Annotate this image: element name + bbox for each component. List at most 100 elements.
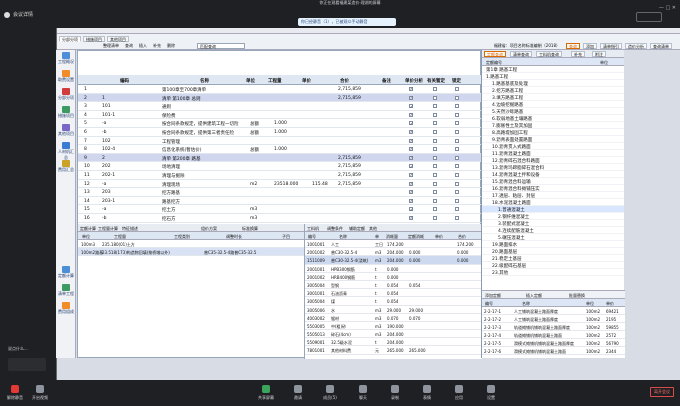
lock-checkbox[interactable] [455, 164, 459, 169]
material-row[interactable]: 5505013 碎石(4cm) m3 204.000 [305, 330, 482, 339]
bottom-left-row[interactable]: 100m3 235.180(01)土方 [78, 240, 304, 248]
material-row[interactable]: 2001002 普C30-32.5-4 m3 204.000 0.000 0.0… [305, 248, 482, 257]
chip-add[interactable]: 添加 [583, 43, 597, 49]
tab-fbfx[interactable]: 分部分项 [59, 36, 81, 42]
record-button[interactable]: 录制 [383, 385, 407, 401]
analysis-checkbox[interactable] [409, 198, 413, 203]
share-button[interactable]: 共享屏幕 [254, 385, 278, 401]
analysis-checkbox[interactable] [409, 112, 413, 117]
tree-item[interactable]: 5.碾压混凝土 [482, 234, 624, 241]
sidebar-item-fbfx[interactable]: 分部分项 [58, 88, 74, 104]
leave-meeting-button[interactable]: 离开会议 [650, 387, 674, 397]
tree-item[interactable]: 10.沥青贯入式路面 [482, 143, 624, 150]
lock-checkbox[interactable] [455, 172, 459, 177]
provisional-checkbox[interactable] [433, 147, 437, 152]
chat-input-mini[interactable] [8, 358, 46, 371]
analysis-checkbox[interactable] [409, 181, 413, 186]
unmute-button[interactable]: 解除静音 [3, 385, 27, 401]
provisional-checkbox[interactable] [433, 104, 437, 109]
provisional-checkbox[interactable] [433, 155, 437, 160]
provisional-checkbox[interactable] [433, 215, 437, 220]
lock-checkbox[interactable] [455, 138, 459, 143]
quota-row[interactable]: 2-2-17-1 人工铺筑混凝土路面厚度 100m2 69421 [482, 307, 625, 315]
tree-item[interactable]: 1.路基基底及处理 [482, 80, 624, 87]
toolbar-arrange[interactable]: 整理清单 [103, 43, 119, 49]
lock-checkbox[interactable] [455, 87, 459, 91]
provisional-checkbox[interactable] [433, 181, 437, 186]
tab-material-query[interactable]: 工料机查询 [536, 51, 562, 57]
analysis-checkbox[interactable] [409, 155, 413, 160]
sidebar-item-summary[interactable]: 费用汇总 [58, 160, 74, 176]
provisional-checkbox[interactable] [433, 190, 437, 195]
table-row[interactable]: 8 102-4 信息化系统(暂估价) 总额 1.000 [78, 145, 482, 154]
toolbar-supplement[interactable]: 补充 [153, 43, 161, 49]
table-row[interactable]: 5 -a 按合同条款规定，提供建筑工程一切险 总额 1.000 [78, 119, 482, 128]
material-row[interactable]: 3005004 煤 t 0.054 [305, 297, 482, 306]
tree-item[interactable]: 14.沥青混凝土拌和设备 [482, 171, 624, 178]
analysis-checkbox[interactable] [409, 86, 413, 91]
comment-input-hint[interactable]: 说点什么... [8, 346, 28, 352]
analysis-checkbox[interactable] [409, 103, 413, 108]
chip-cost[interactable]: 造价分析 [625, 43, 647, 49]
tree-item[interactable]: 23.其他 [482, 269, 624, 276]
emoji-button[interactable]: 表情 [415, 385, 439, 401]
material-row[interactable]: 3005004 型钢 t 0.054 0.054 [305, 281, 482, 290]
lock-checkbox[interactable] [455, 104, 459, 109]
table-row[interactable]: 15 -a 挖土方 m3 [78, 205, 482, 214]
material-row[interactable]: 3005006 水 m3 29.000 29.000 [305, 306, 482, 314]
toolbar-insert[interactable]: 插入 [139, 43, 147, 49]
analysis-checkbox[interactable] [409, 129, 413, 134]
meeting-details[interactable]: 会议详情 [4, 11, 33, 18]
provisional-checkbox[interactable] [433, 129, 437, 134]
tab-qtxm[interactable]: 其他项目 [107, 36, 129, 42]
lock-checkbox[interactable] [455, 112, 459, 117]
analysis-checkbox[interactable] [409, 146, 413, 151]
material-row[interactable]: 3001001 石油沥青 t 0.054 [305, 289, 482, 298]
sidebar-item-material[interactable]: 人材机汇总 [58, 142, 74, 160]
table-row[interactable]: 14 203-1 路基挖方 [78, 197, 482, 206]
quota-row[interactable]: 2-2-17-5 滑模式摊铺机铺筑混凝土路面厚度 100m2 56790 [482, 339, 625, 347]
search-input[interactable]: 匹配查询 [197, 43, 245, 49]
quota-row[interactable]: 2-2-17-6 滑模式摊铺机铺筑混凝土路面 100m2 2344 [482, 347, 625, 355]
sidebar-item-measures[interactable]: 措施项目 [58, 106, 74, 122]
lock-checkbox[interactable] [455, 190, 459, 195]
tree-item[interactable]: 3.装配式混凝土 [482, 220, 624, 227]
quota-row[interactable]: 2-2-17-2 人工铺筑混凝土路面厚度 100m2 2195 [482, 315, 625, 323]
analysis-checkbox[interactable] [409, 207, 413, 212]
quota-row[interactable]: 2-2-17-4 轨道摊铺机铺筑混凝土路面 100m2 2572 [482, 331, 625, 339]
tree-item[interactable]: 15.沥青混合料运输 [482, 178, 624, 185]
tree-item[interactable]: 4.边坡挖掘路基 [482, 101, 624, 108]
tree-item[interactable]: 2.钢纤维混凝土 [482, 213, 624, 220]
provisional-checkbox[interactable] [433, 112, 437, 117]
analysis-checkbox[interactable] [409, 164, 413, 169]
view-toggle[interactable] [636, 12, 662, 22]
table-row[interactable]: 11 202-1 清理与掘除 2,715,859 [78, 171, 482, 180]
provisional-checkbox[interactable] [433, 87, 437, 91]
analysis-checkbox[interactable] [409, 189, 413, 194]
analysis-checkbox[interactable] [409, 95, 413, 100]
lock-checkbox[interactable] [455, 147, 459, 152]
material-row[interactable]: 1511009 普C30-32.5-4(浇筑) m3 204.000 0.000… [305, 256, 482, 265]
material-row[interactable]: 5509001 32.5级水泥 t 204.000 [305, 338, 482, 347]
table-row[interactable]: 13 203 挖方路基 [78, 188, 482, 197]
tree-item[interactable]: 1.路基工程 [482, 73, 624, 80]
tree-item[interactable]: 20.路面基层 [482, 248, 624, 255]
table-row[interactable]: 7 102 工程管理 [78, 137, 482, 146]
sidebar-item-other[interactable]: 其他项目 [58, 124, 74, 140]
sidebar-item-fee[interactable]: 取费设置 [58, 70, 74, 86]
material-row[interactable]: 2001001 HPB300钢筋 t 0.000 [305, 265, 482, 273]
material-row[interactable]: 2001002 HRB400钢筋 t 0.000 [305, 273, 482, 281]
tree-item[interactable]: 2.挖方路基工程 [482, 87, 624, 94]
material-row[interactable]: 5503005 中(粗)砂 m3 190.000 [305, 322, 482, 331]
provisional-checkbox[interactable] [433, 207, 437, 212]
table-row[interactable]: 1 第100章至700章清单 2,715,859 [78, 85, 482, 94]
provisional-checkbox[interactable] [433, 121, 437, 126]
table-row[interactable]: 6 -b 按合同条款规定，提供第三者责任险 总额 1.000 [78, 128, 482, 137]
settings-button[interactable]: 设置 [479, 385, 503, 401]
table-row[interactable]: 9 2 清单 第200章 路基 2,715,859 [78, 153, 482, 163]
lock-checkbox[interactable] [455, 155, 459, 160]
tree-item[interactable]: 16.沥青混合料摊铺压实 [482, 185, 624, 192]
tree-item[interactable]: 17.透层、粘层、封层 [482, 192, 624, 199]
provisional-checkbox[interactable] [433, 95, 437, 100]
provisional-checkbox[interactable] [433, 198, 437, 203]
